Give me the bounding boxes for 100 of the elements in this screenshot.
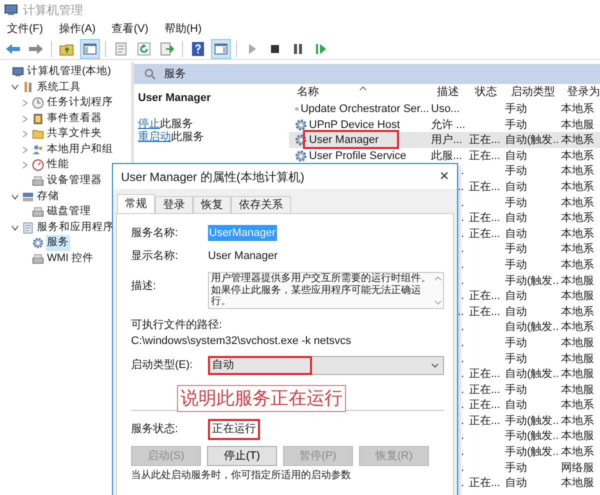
table-cell: .	[460, 477, 464, 490]
chevron-down-icon[interactable]	[11, 224, 19, 232]
field-label: 可执行文件的路径:	[131, 318, 222, 333]
tree-item[interactable]: 服务和应用程序	[36, 220, 115, 236]
table-cell: 手动	[505, 462, 527, 474]
refresh-icon[interactable]	[136, 40, 152, 56]
device-icon	[32, 252, 44, 265]
document-icon[interactable]	[113, 40, 129, 56]
tree-item[interactable]: 系统工具	[36, 80, 82, 96]
tree-item[interactable]: 事件查看器	[46, 110, 103, 126]
chevron-down-icon[interactable]	[11, 192, 19, 201]
tree-item[interactable]: 磁盘管理	[46, 204, 92, 220]
table-cell: 自动	[505, 399, 527, 412]
field-label: 描述:	[131, 279, 158, 294]
table-cell: .	[460, 414, 464, 427]
service-title: User Manager	[138, 91, 212, 106]
table-cell: 手动	[505, 336, 527, 349]
table-cell: .	[460, 352, 464, 364]
chevron-right-icon[interactable]	[21, 114, 29, 123]
chevron-right-icon[interactable]	[21, 98, 29, 107]
tree-item[interactable]: 设备管理器	[46, 173, 103, 189]
table-cell: 正在...	[469, 306, 500, 318]
table-cell: .	[460, 462, 464, 474]
search-icon	[144, 68, 156, 80]
table-cell: 本地系	[561, 165, 594, 178]
table-cell: ..	[458, 180, 464, 193]
tree-item[interactable]: 共享文件夹	[46, 126, 103, 142]
export-icon[interactable]	[159, 40, 175, 56]
menu-item[interactable]: 操作(A)	[58, 20, 97, 38]
menu-item[interactable]: 文件(F)	[6, 20, 44, 38]
computer-icon	[4, 4, 18, 16]
table-cell: 自动	[505, 180, 527, 193]
table-cell: 手动	[505, 352, 527, 364]
tab[interactable]: 常规	[117, 194, 155, 213]
column-header[interactable]: 名称	[289, 84, 429, 100]
table-cell: 本地服	[561, 336, 594, 349]
tab[interactable]: 依存关系	[231, 196, 291, 213]
help-icon[interactable]	[190, 40, 206, 56]
table-cell: .	[460, 274, 464, 287]
service-name[interactable]: User Profile Service	[309, 148, 406, 164]
table-cell: 本地服	[561, 368, 594, 380]
toolbox-icon	[22, 81, 34, 94]
tree-item[interactable]: 任务计划程序	[46, 95, 114, 111]
panel-icon[interactable]	[213, 40, 229, 56]
field-label: 显示名称:	[131, 248, 180, 264]
column-header[interactable]: 状态	[467, 84, 503, 100]
table-cell: 自动(触发...	[505, 134, 559, 146]
tree-item[interactable]: 存储	[36, 188, 60, 204]
table-cell: .	[460, 368, 464, 380]
table-cell: .	[460, 165, 464, 178]
table-cell: 自动	[505, 477, 527, 490]
startup-type-dropdown[interactable]: 自动	[208, 356, 444, 375]
menu-item[interactable]: 帮助(H)	[163, 20, 203, 38]
table-cell: 自动	[505, 212, 527, 224]
table-cell: 本地系	[561, 306, 594, 318]
window-title: 计算机管理	[23, 2, 83, 19]
service-name[interactable]: Update Orchestrator Ser...	[300, 101, 429, 118]
table-cell: 本地服	[561, 118, 594, 131]
tab[interactable]: 恢复	[193, 196, 231, 213]
chevron-down-icon[interactable]	[11, 83, 19, 92]
table-cell: 允许 ...	[431, 118, 466, 131]
table-cell: 手动	[505, 258, 527, 271]
panel-icon[interactable]	[82, 40, 98, 56]
chevron-down-icon	[431, 362, 439, 368]
tree-item[interactable]: 本地用户和组	[46, 142, 114, 158]
table-cell: 正在...	[469, 134, 500, 146]
chevron-right-icon[interactable]	[21, 146, 29, 154]
action-button[interactable]: 停止(T)	[207, 446, 277, 466]
field-label: 服务名称:	[131, 226, 180, 241]
action-link[interactable]: 重启动	[138, 129, 171, 146]
folder-icon	[32, 128, 44, 140]
table-cell: 网络服	[561, 462, 594, 474]
table-cell: 本地系	[561, 196, 594, 209]
tree-item[interactable]: 服务	[46, 235, 70, 252]
table-cell: .	[460, 430, 464, 442]
close-button[interactable]: ×	[440, 168, 449, 184]
table-cell: .	[460, 384, 464, 396]
storage-icon	[22, 190, 34, 203]
chevron-right-icon[interactable]	[21, 130, 29, 138]
table-cell: .	[460, 258, 464, 271]
column-header[interactable]: 启动类型	[503, 84, 559, 100]
table-cell: .	[460, 228, 464, 240]
column-header[interactable]: 登录为	[559, 84, 600, 100]
executable-path: C:\windows\system32\svchost.exe -k netsvcs	[131, 334, 352, 349]
service-name-value: UserManager	[208, 224, 277, 242]
table-cell: 本地系	[561, 228, 594, 240]
tree-item[interactable]: 性能	[46, 157, 70, 174]
menu-item[interactable]: 查看(V)	[110, 20, 150, 38]
service-name[interactable]: UPnP Device Host	[309, 116, 400, 134]
tree-item[interactable]: WMI 控件	[46, 251, 94, 267]
application-icon	[22, 222, 34, 234]
table-cell: 手动	[505, 196, 527, 209]
column-header[interactable]: 描述	[429, 84, 467, 100]
chevron-right-icon[interactable]	[21, 161, 29, 170]
tree-item[interactable]: 计算机管理(本地)	[26, 64, 112, 80]
table-cell: 正在...	[469, 290, 500, 302]
service-name[interactable]: User Manager	[309, 132, 379, 149]
tab[interactable]: 登录	[155, 196, 193, 213]
table-cell: 本地服	[561, 430, 594, 442]
computer-icon	[12, 66, 24, 78]
